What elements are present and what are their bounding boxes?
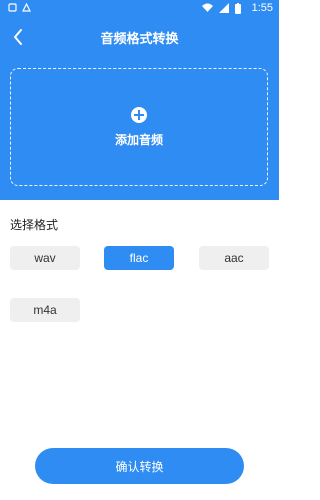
format-option-aac[interactable]: aac bbox=[199, 246, 269, 270]
signal-icon bbox=[219, 3, 229, 16]
plus-circle-icon bbox=[131, 107, 147, 123]
confirm-convert-button[interactable]: 确认转换 bbox=[35, 448, 244, 484]
page-title: 音频格式转换 bbox=[100, 32, 179, 47]
add-audio-label: 添加音频 bbox=[114, 133, 163, 147]
format-option-m4a[interactable]: m4a bbox=[10, 298, 80, 322]
format-option-flac[interactable]: flac bbox=[104, 246, 174, 270]
format-option-wav[interactable]: wav bbox=[10, 246, 80, 270]
status-time: 1:55 bbox=[251, 2, 273, 14]
add-audio-area[interactable]: 添加音频 bbox=[10, 68, 268, 186]
app-icon bbox=[22, 2, 31, 15]
wifi-icon bbox=[202, 3, 213, 15]
status-bar: 1:55 bbox=[0, 0, 279, 18]
notification-icon bbox=[8, 3, 17, 15]
battery-icon bbox=[235, 3, 241, 17]
format-section-title: 选择格式 bbox=[10, 218, 59, 232]
